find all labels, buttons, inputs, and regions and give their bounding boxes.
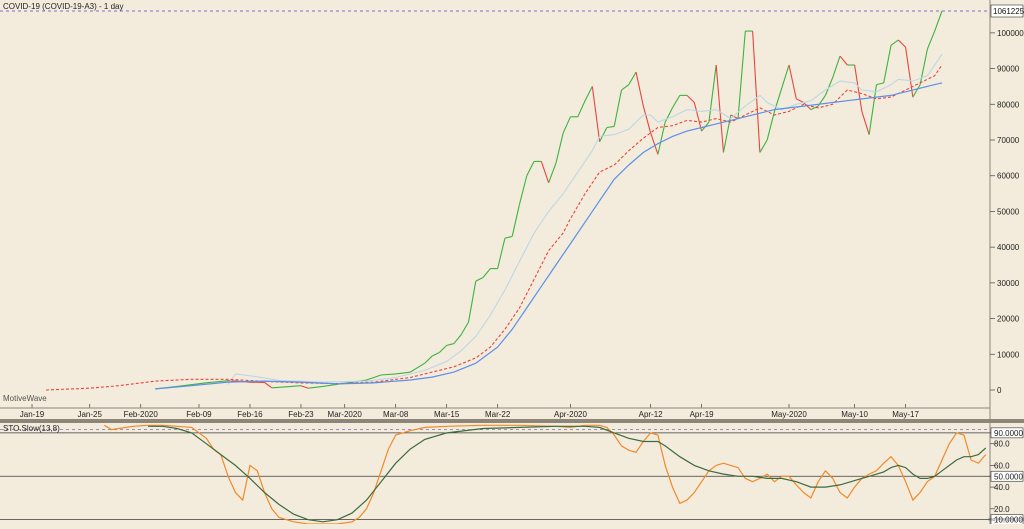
- time-tick-label: Mar-2020: [328, 410, 363, 419]
- time-tick-label: Feb-09: [186, 410, 212, 419]
- time-tick-label: Mar-15: [434, 410, 460, 419]
- time-tick-label: Jan-25: [77, 410, 102, 419]
- time-tick-label: Apr-2020: [554, 410, 587, 419]
- last-price-label: 1061225: [993, 7, 1024, 16]
- price-tick-label: 80000: [997, 100, 1020, 109]
- price-tick-label: 50000: [997, 207, 1020, 216]
- time-tick-label: Apr-12: [639, 410, 664, 419]
- price-tick-label: 70000: [997, 136, 1020, 145]
- price-tick-label: 30000: [997, 279, 1020, 288]
- chart-title: COVID-19 (COVID-19-A3) - 1 day: [3, 2, 123, 11]
- time-tick-label: Mar-08: [383, 410, 409, 419]
- time-tick-label: Feb-23: [288, 410, 314, 419]
- sto-tick-label: 80.0: [994, 440, 1010, 449]
- price-tick-label: 10000: [997, 350, 1020, 359]
- motivewave-credit: motivewave.com: [988, 517, 1024, 523]
- time-tick-label: Apr-19: [690, 410, 715, 419]
- sto-tick-label: 60.0: [994, 461, 1010, 470]
- chart-window: 0 10000 20000 30000 40000 50000 60000 70000 8000…: [0, 0, 1024, 524]
- sto-title: STO.Slow(13,8): [3, 424, 60, 433]
- time-tick-label: Jan-19: [20, 410, 45, 419]
- sto-tick-label: 50.0000: [994, 472, 1023, 481]
- time-tick-label: May-2020: [771, 410, 807, 419]
- sto-tick-label: 90.0000: [994, 429, 1023, 438]
- sto-tick-label: 20.0: [994, 505, 1010, 514]
- price-tick-label: 20000: [997, 315, 1020, 324]
- time-tick-label: Mar-22: [485, 410, 511, 419]
- price-tick-label: 40000: [997, 243, 1020, 252]
- time-tick-label: May-17: [892, 410, 919, 419]
- price-tick-label: 100000: [997, 29, 1024, 38]
- price-tick-label: 60000: [997, 172, 1020, 181]
- time-tick-label: Feb-2020: [124, 410, 159, 419]
- price-tick-label: 90000: [997, 65, 1020, 74]
- chart-svg: 0 10000 20000 30000 40000 50000 60000 70000 8000…: [0, 0, 1024, 524]
- watermark: MotiveWave: [3, 394, 47, 403]
- price-tick-label: 0: [997, 386, 1002, 395]
- chart-background: [0, 0, 1024, 524]
- time-tick-label: Feb-16: [237, 410, 263, 419]
- panel-divider[interactable]: [0, 419, 1024, 423]
- sto-tick-label: 40.0: [994, 483, 1010, 492]
- time-tick-label: May-10: [841, 410, 868, 419]
